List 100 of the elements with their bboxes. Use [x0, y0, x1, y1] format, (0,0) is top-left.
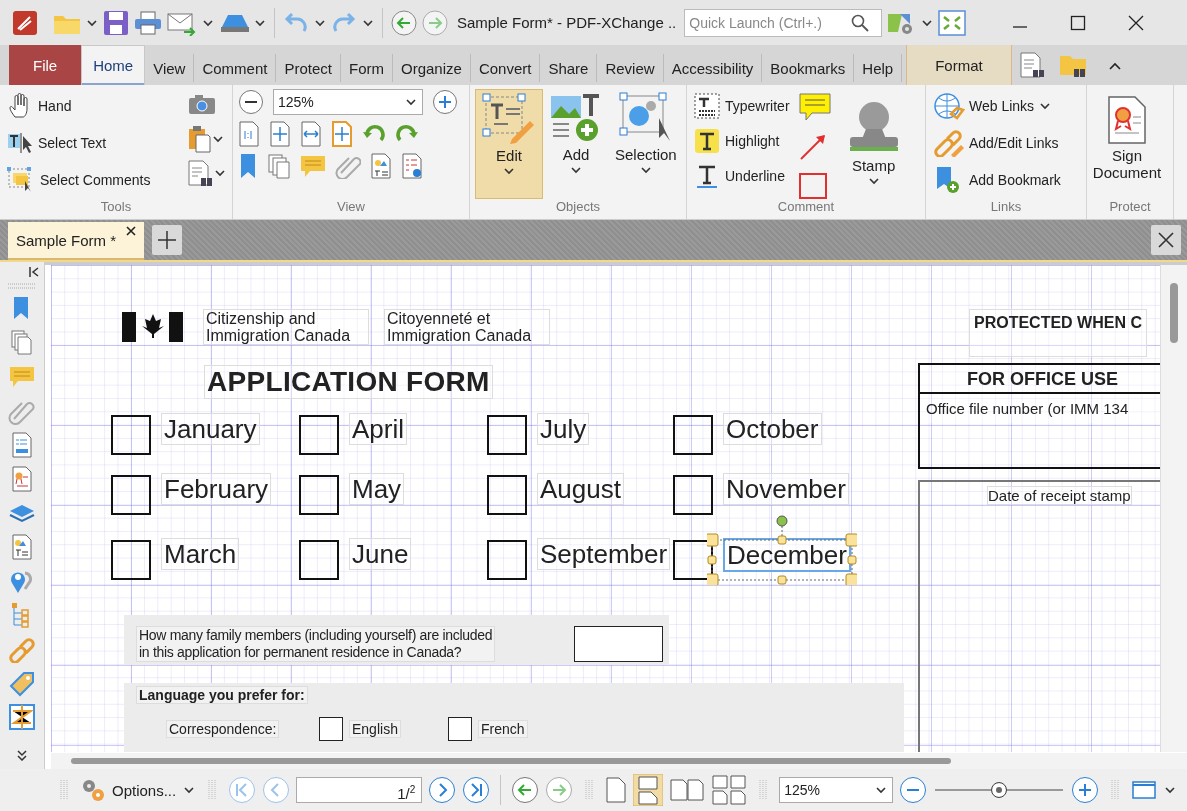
- print-icon[interactable]: [133, 9, 163, 36]
- toolbar-button[interactable]: Underline: [692, 159, 792, 192]
- form-label[interactable]: May: [349, 473, 405, 505]
- caret-icon[interactable]: [214, 168, 226, 178]
- toolbar-button[interactable]: Highlight: [692, 124, 792, 157]
- selection-handles[interactable]: [707, 515, 857, 585]
- menu-tab[interactable]: Format: [906, 45, 1012, 85]
- last-page-icon[interactable]: [462, 776, 491, 804]
- toolbar-button[interactable]: Add Bookmark: [931, 163, 1063, 196]
- form-label[interactable]: November: [723, 473, 849, 505]
- new-tab-icon[interactable]: [152, 225, 183, 255]
- menu-tab[interactable]: Review: [597, 54, 664, 82]
- menu-tab[interactable]: Organize: [393, 54, 471, 82]
- zoom-combo[interactable]: 125%: [779, 777, 894, 803]
- find-icon[interactable]: [1017, 51, 1046, 79]
- checkbox[interactable]: [448, 717, 472, 741]
- menu-tab[interactable]: Accessibility: [663, 54, 763, 82]
- checkbox[interactable]: [111, 415, 151, 455]
- two-page-continuous-icon[interactable]: [711, 774, 748, 806]
- menu-tab[interactable]: Bookmarks: [762, 54, 855, 82]
- toolbar-button[interactable]: Select Text: [5, 126, 153, 159]
- maximize-icon[interactable]: [1070, 14, 1087, 31]
- form-settings-icon[interactable]: [401, 153, 423, 179]
- form-label[interactable]: August: [537, 473, 624, 505]
- note-icon[interactable]: [797, 92, 832, 122]
- rectangle-icon[interactable]: [797, 172, 828, 200]
- checkbox[interactable]: [299, 475, 339, 515]
- vertical-scrollbar[interactable]: [1160, 265, 1187, 752]
- close-icon[interactable]: [1151, 225, 1181, 255]
- caret-icon[interactable]: [921, 17, 934, 28]
- menu-tab[interactable]: Protect: [276, 54, 341, 82]
- form-label[interactable]: January: [161, 413, 260, 445]
- menu-tab[interactable]: Help: [854, 54, 903, 82]
- grip-icon[interactable]: [208, 779, 217, 801]
- slider-thumb[interactable]: [991, 782, 1008, 798]
- options-button[interactable]: Options...: [80, 778, 197, 802]
- form-label[interactable]: April: [349, 413, 407, 445]
- toolbar-button[interactable]: Hand: [5, 89, 153, 122]
- form-label[interactable]: October: [723, 413, 822, 445]
- single-page-icon[interactable]: [605, 776, 628, 804]
- grip-icon[interactable]: [1111, 779, 1120, 801]
- continuous-page-icon[interactable]: [633, 774, 664, 806]
- fit-width-icon[interactable]: [300, 121, 322, 147]
- close-icon[interactable]: [1128, 14, 1145, 31]
- menu-tab[interactable]: Home: [81, 45, 146, 85]
- toolbar-button[interactable]: Selection: [609, 89, 683, 199]
- form-label[interactable]: December: [723, 538, 851, 572]
- checkbox[interactable]: [487, 540, 527, 580]
- expand-more-icon[interactable]: [16, 749, 28, 761]
- caret-icon[interactable]: [212, 134, 224, 144]
- app-icon[interactable]: [12, 9, 38, 36]
- pages-icon[interactable]: [267, 153, 291, 179]
- toolbar-button[interactable]: Add: [543, 89, 609, 199]
- bookmark-icon[interactable]: [238, 153, 258, 179]
- save-icon[interactable]: [102, 8, 130, 37]
- form-label[interactable]: February: [161, 473, 272, 505]
- grip-icon[interactable]: [585, 779, 594, 801]
- caret-icon[interactable]: [1164, 785, 1177, 795]
- camera-icon[interactable]: [187, 92, 217, 116]
- zoom-combo[interactable]: 125%: [273, 89, 423, 115]
- grip-icon[interactable]: [759, 779, 768, 801]
- checkbox[interactable]: [487, 415, 527, 455]
- caret-icon[interactable]: [314, 17, 326, 28]
- checkbox[interactable]: [673, 415, 713, 455]
- menu-tab[interactable]: Share: [540, 54, 598, 82]
- caret-icon[interactable]: [86, 17, 98, 28]
- sign-document-button[interactable]: Sign Document: [1092, 89, 1162, 199]
- menu-tab[interactable]: Form: [341, 54, 393, 82]
- form-label[interactable]: June: [349, 538, 412, 570]
- toolbar-button[interactable]: Select Comments: [5, 163, 153, 196]
- checkbox[interactable]: [299, 540, 339, 580]
- horizontal-scrollbar[interactable]: [51, 753, 1187, 769]
- form-label[interactable]: July: [537, 413, 590, 445]
- grip-icon[interactable]: [60, 779, 68, 801]
- checkbox[interactable]: [319, 717, 343, 741]
- menu-tab[interactable]: View: [145, 54, 195, 82]
- document-tab[interactable]: Sample Form *: [8, 222, 145, 260]
- fit-page-icon[interactable]: [269, 121, 291, 147]
- page-number-field[interactable]: 1/$^{2}$: [296, 777, 423, 803]
- zoom-in-icon[interactable]: [1071, 776, 1100, 804]
- find-icon[interactable]: [187, 159, 213, 187]
- checkbox[interactable]: [673, 475, 713, 515]
- menu-tab[interactable]: File: [9, 45, 82, 85]
- toolbar-button[interactable]: Typewriter: [692, 89, 792, 122]
- caret-icon[interactable]: [254, 17, 266, 28]
- next-page-icon[interactable]: [428, 776, 457, 804]
- toolbar-button[interactable]: Web Links: [931, 89, 1063, 122]
- menu-tab[interactable]: Comment: [194, 54, 277, 82]
- text-field[interactable]: [574, 626, 663, 662]
- toolbar-button[interactable]: Edit: [475, 89, 543, 199]
- view-mode-icon[interactable]: [1131, 779, 1158, 801]
- menu-tab[interactable]: Convert: [470, 54, 541, 82]
- back-icon[interactable]: [511, 776, 540, 804]
- content-icon[interactable]: [370, 153, 392, 179]
- caret-icon[interactable]: [202, 17, 214, 28]
- checkbox[interactable]: [299, 415, 339, 455]
- toolbar-button[interactable]: Add/Edit Links: [931, 126, 1063, 159]
- stamp-button[interactable]: Stamp: [839, 89, 908, 193]
- collapse-ribbon-icon[interactable]: [1107, 61, 1122, 71]
- form-label[interactable]: September: [537, 538, 671, 570]
